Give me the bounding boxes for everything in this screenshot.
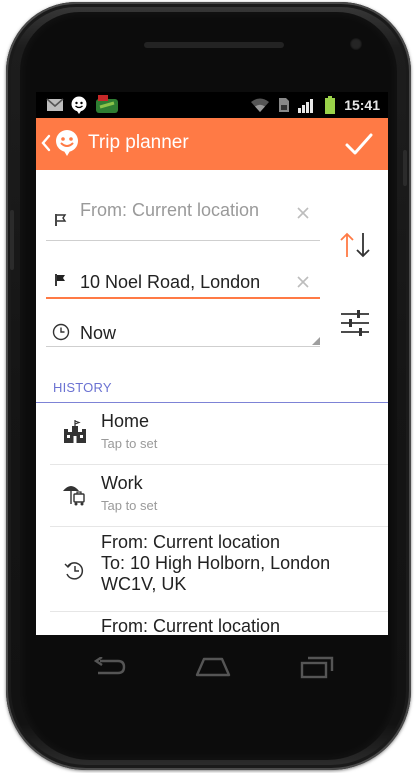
home-castle-icon [64,420,86,443]
earpiece-speaker [144,42,284,48]
power-button [403,150,407,186]
back-nav-icon[interactable] [92,657,128,677]
history-section-header: HISTORY [36,374,388,403]
home-title: Home [101,411,150,431]
home-subtitle: Tap to set [101,436,158,451]
home-nav-icon[interactable] [194,655,232,677]
status-time: 15:41 [344,97,380,113]
list-item-work[interactable]: Work Tap to set [50,465,388,527]
screen: 15:41 Trip planner From: Current locatio… [36,92,388,635]
volume-button [10,210,14,270]
back-chevron-icon[interactable] [40,132,52,154]
to-field-text: 10 Noel Road, London [80,272,261,292]
sim-icon [279,98,290,112]
time-field-text: Now [80,323,117,343]
dropdown-corner-icon [312,337,320,345]
history-clock-icon [64,562,84,580]
list-item-recent-trip-1[interactable]: From: Current location To: 10 High Holbo… [50,527,388,612]
email-icon [46,98,64,111]
signal-icon [298,99,314,113]
navigation-bar [36,635,388,699]
swap-direction-icon[interactable] [338,230,372,260]
time-selector[interactable]: Now [46,318,320,347]
front-camera [350,38,362,50]
clock-icon [52,323,70,341]
app-bar: Trip planner [36,118,388,170]
work-subtitle: Tap to set [101,498,158,513]
app-notification-icon [71,96,87,114]
flag-outline-icon [55,214,67,226]
app-logo-icon[interactable] [52,128,82,158]
flag-filled-icon [55,274,65,286]
trip-1-from: From: Current location [101,532,281,552]
game-notification-icon [96,95,118,113]
screen-title: Trip planner [88,132,189,153]
trip-1-to: To: 10 High Holborn, London [101,553,331,573]
recent-apps-nav-icon[interactable] [300,655,334,679]
wifi-icon [251,98,270,112]
clear-to-icon[interactable] [296,275,310,289]
clear-from-icon[interactable] [296,206,310,220]
from-field[interactable]: From: Current location [46,200,320,241]
confirm-check-icon[interactable] [344,130,374,158]
list-item-recent-trip-2[interactable]: From: Current location [50,612,388,635]
trip-2-from: From: Current location [101,616,281,635]
work-umbrella-icon [63,486,85,506]
trip-1-to-postcode: WC1V, UK [101,574,187,594]
battery-icon [325,96,336,114]
options-sliders-icon[interactable] [340,308,370,338]
history-label: HISTORY [53,380,112,395]
to-field[interactable]: 10 Noel Road, London [46,269,320,299]
status-bar: 15:41 [36,92,388,118]
list-item-home[interactable]: Home Tap to set [50,403,388,465]
from-field-text: From: Current location [80,200,260,220]
work-title: Work [101,473,143,493]
